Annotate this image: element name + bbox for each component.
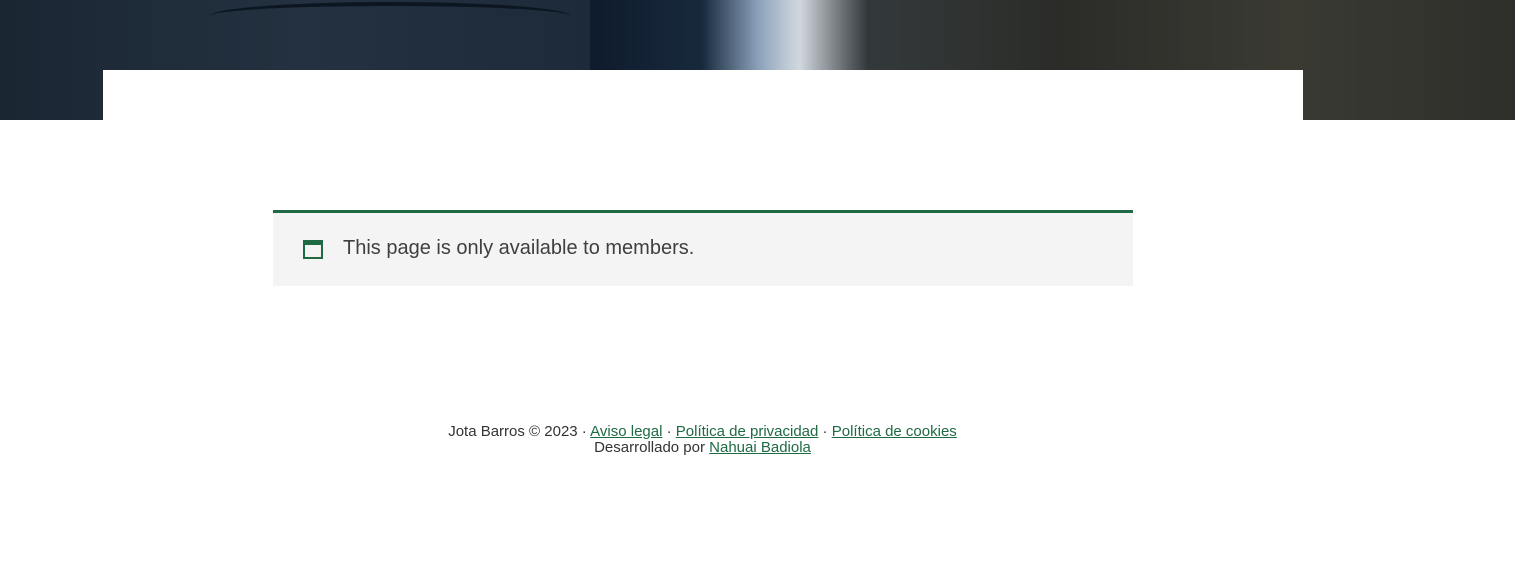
site-footer: Jota Barros © 2023 · Aviso legal · Polít… bbox=[0, 424, 1405, 456]
cookies-policy-link[interactable]: Política de cookies bbox=[832, 423, 957, 440]
notice-message: This page is only available to members. bbox=[343, 237, 695, 259]
footer-links-line: Jota Barros © 2023 · Aviso legal · Polít… bbox=[0, 424, 1405, 440]
developer-credit-line: Desarrollado por Nahuai Badiola bbox=[0, 440, 1405, 456]
hero-image-detail bbox=[210, 2, 570, 30]
calendar-icon bbox=[303, 240, 323, 259]
privacy-policy-link[interactable]: Política de privacidad bbox=[676, 423, 819, 440]
footer-separator: · bbox=[822, 423, 828, 440]
developed-by-text: Desarrollado por bbox=[594, 439, 705, 456]
copyright-text: Jota Barros © 2023 · bbox=[448, 423, 587, 440]
legal-notice-link[interactable]: Aviso legal bbox=[590, 423, 662, 440]
footer-separator: · bbox=[666, 423, 672, 440]
developer-link[interactable]: Nahuai Badiola bbox=[709, 439, 811, 456]
members-only-notice: This page is only available to members. bbox=[273, 210, 1133, 286]
